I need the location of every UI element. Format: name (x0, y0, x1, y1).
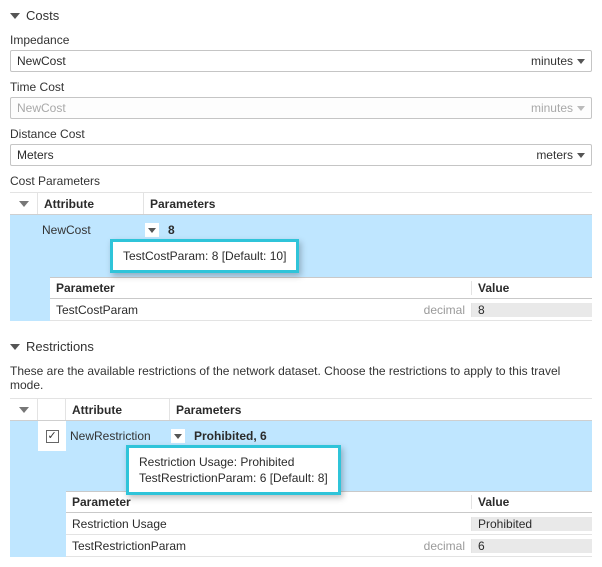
restriction-param-type-1: decimal (424, 539, 465, 553)
chevron-down-icon (19, 407, 29, 413)
restrictions-section: Restrictions These are the available res… (0, 331, 602, 567)
inner-col-parameter[interactable]: Parameter (50, 281, 472, 295)
inner-col-value[interactable]: Value (472, 495, 592, 509)
distance-cost-unit: meters (536, 148, 573, 162)
costs-section: Costs Impedance NewCost minutes Time Cos… (0, 0, 602, 331)
restriction-inner-row[interactable]: Restriction Usage Prohibited (66, 513, 592, 535)
cost-tooltip-text: TestCostParam: 8 [Default: 10] (123, 249, 286, 263)
costs-title: Costs (26, 8, 59, 23)
distance-cost-field: Distance Cost Meters meters (10, 127, 592, 166)
cost-param-type: decimal (424, 303, 465, 317)
restriction-tooltip-line1: Restriction Usage: Prohibited (139, 455, 294, 469)
chevron-down-icon (174, 434, 182, 439)
impedance-field: Impedance NewCost minutes (10, 33, 592, 72)
chevron-down-icon (577, 153, 585, 158)
restriction-inner-area: Restriction Usage: Prohibited TestRestri… (10, 451, 592, 557)
restrictions-grid: Attribute Parameters NewRestriction Proh… (10, 398, 592, 557)
chevron-down-icon (148, 228, 156, 233)
restriction-param-value-1[interactable]: 6 (472, 539, 592, 553)
col-parameters[interactable]: Parameters (144, 193, 592, 214)
time-cost-select: NewCost minutes (10, 97, 592, 119)
cost-row-summary: 8 (168, 223, 175, 237)
inner-col-value[interactable]: Value (472, 281, 592, 295)
col-parameters[interactable]: Parameters (170, 399, 592, 420)
restrictions-header[interactable]: Restrictions (10, 337, 592, 360)
col-attribute[interactable]: Attribute (66, 399, 170, 420)
expand-all-toggle[interactable] (10, 399, 38, 420)
costs-header[interactable]: Costs (10, 6, 592, 29)
restriction-param-value-0[interactable]: Prohibited (472, 517, 592, 531)
chevron-down-icon (577, 106, 585, 111)
cost-tooltip: TestCostParam: 8 [Default: 10] (110, 239, 299, 273)
time-cost-field: Time Cost NewCost minutes (10, 80, 592, 119)
restriction-inner-row[interactable]: TestRestrictionParam decimal 6 (66, 535, 592, 557)
restriction-row-attribute: NewRestriction (66, 429, 170, 443)
cost-param-name: TestCostParam (56, 303, 424, 317)
chevron-down-icon (10, 11, 20, 21)
distance-cost-value: Meters (17, 148, 536, 162)
restrictions-title: Restrictions (26, 339, 94, 354)
cost-inner-table: Parameter Value TestCostParam decimal 8 (50, 277, 592, 321)
restriction-param-name-0: Restriction Usage (72, 517, 465, 531)
chevron-down-icon (10, 342, 20, 352)
cost-parameters-label: Cost Parameters (10, 174, 592, 188)
restrictions-grid-header: Attribute Parameters (10, 399, 592, 421)
cost-inner-row[interactable]: TestCostParam decimal 8 (50, 299, 592, 321)
restriction-tooltip-line2: TestRestrictionParam: 6 [Default: 8] (139, 471, 328, 485)
cost-parameters-grid: Attribute Parameters NewCost 8 TestCostP… (10, 192, 592, 321)
cost-inner-area: TestCostParam: 8 [Default: 10] Parameter… (10, 245, 592, 321)
inner-col-parameter[interactable]: Parameter (66, 495, 472, 509)
chevron-down-icon (19, 201, 29, 207)
restriction-param-name-1: TestRestrictionParam (72, 539, 424, 553)
impedance-label: Impedance (10, 33, 592, 47)
cost-row-attribute: NewCost (38, 223, 144, 237)
expand-all-toggle[interactable] (10, 193, 38, 214)
restrictions-description: These are the available restrictions of … (10, 364, 592, 392)
time-cost-label: Time Cost (10, 80, 592, 94)
cost-grid-row[interactable]: NewCost 8 (10, 215, 592, 245)
chevron-down-icon (577, 59, 585, 64)
impedance-select[interactable]: NewCost minutes (10, 50, 592, 72)
row-expand-toggle[interactable] (170, 428, 186, 444)
restriction-checkbox[interactable] (46, 430, 59, 443)
time-cost-value: NewCost (17, 101, 531, 115)
checkbox-column-header (38, 399, 66, 420)
impedance-unit: minutes (531, 54, 573, 68)
distance-cost-select[interactable]: Meters meters (10, 144, 592, 166)
restriction-row-summary: Prohibited, 6 (194, 429, 267, 443)
distance-cost-label: Distance Cost (10, 127, 592, 141)
row-expand-toggle[interactable] (144, 222, 160, 238)
restriction-inner-table: Parameter Value Restriction Usage Prohib… (66, 491, 592, 557)
cost-grid-header: Attribute Parameters (10, 193, 592, 215)
restriction-tooltip: Restriction Usage: Prohibited TestRestri… (126, 445, 341, 495)
col-attribute[interactable]: Attribute (38, 193, 144, 214)
cost-param-value[interactable]: 8 (472, 303, 592, 317)
time-cost-unit: minutes (531, 101, 573, 115)
impedance-value: NewCost (17, 54, 531, 68)
